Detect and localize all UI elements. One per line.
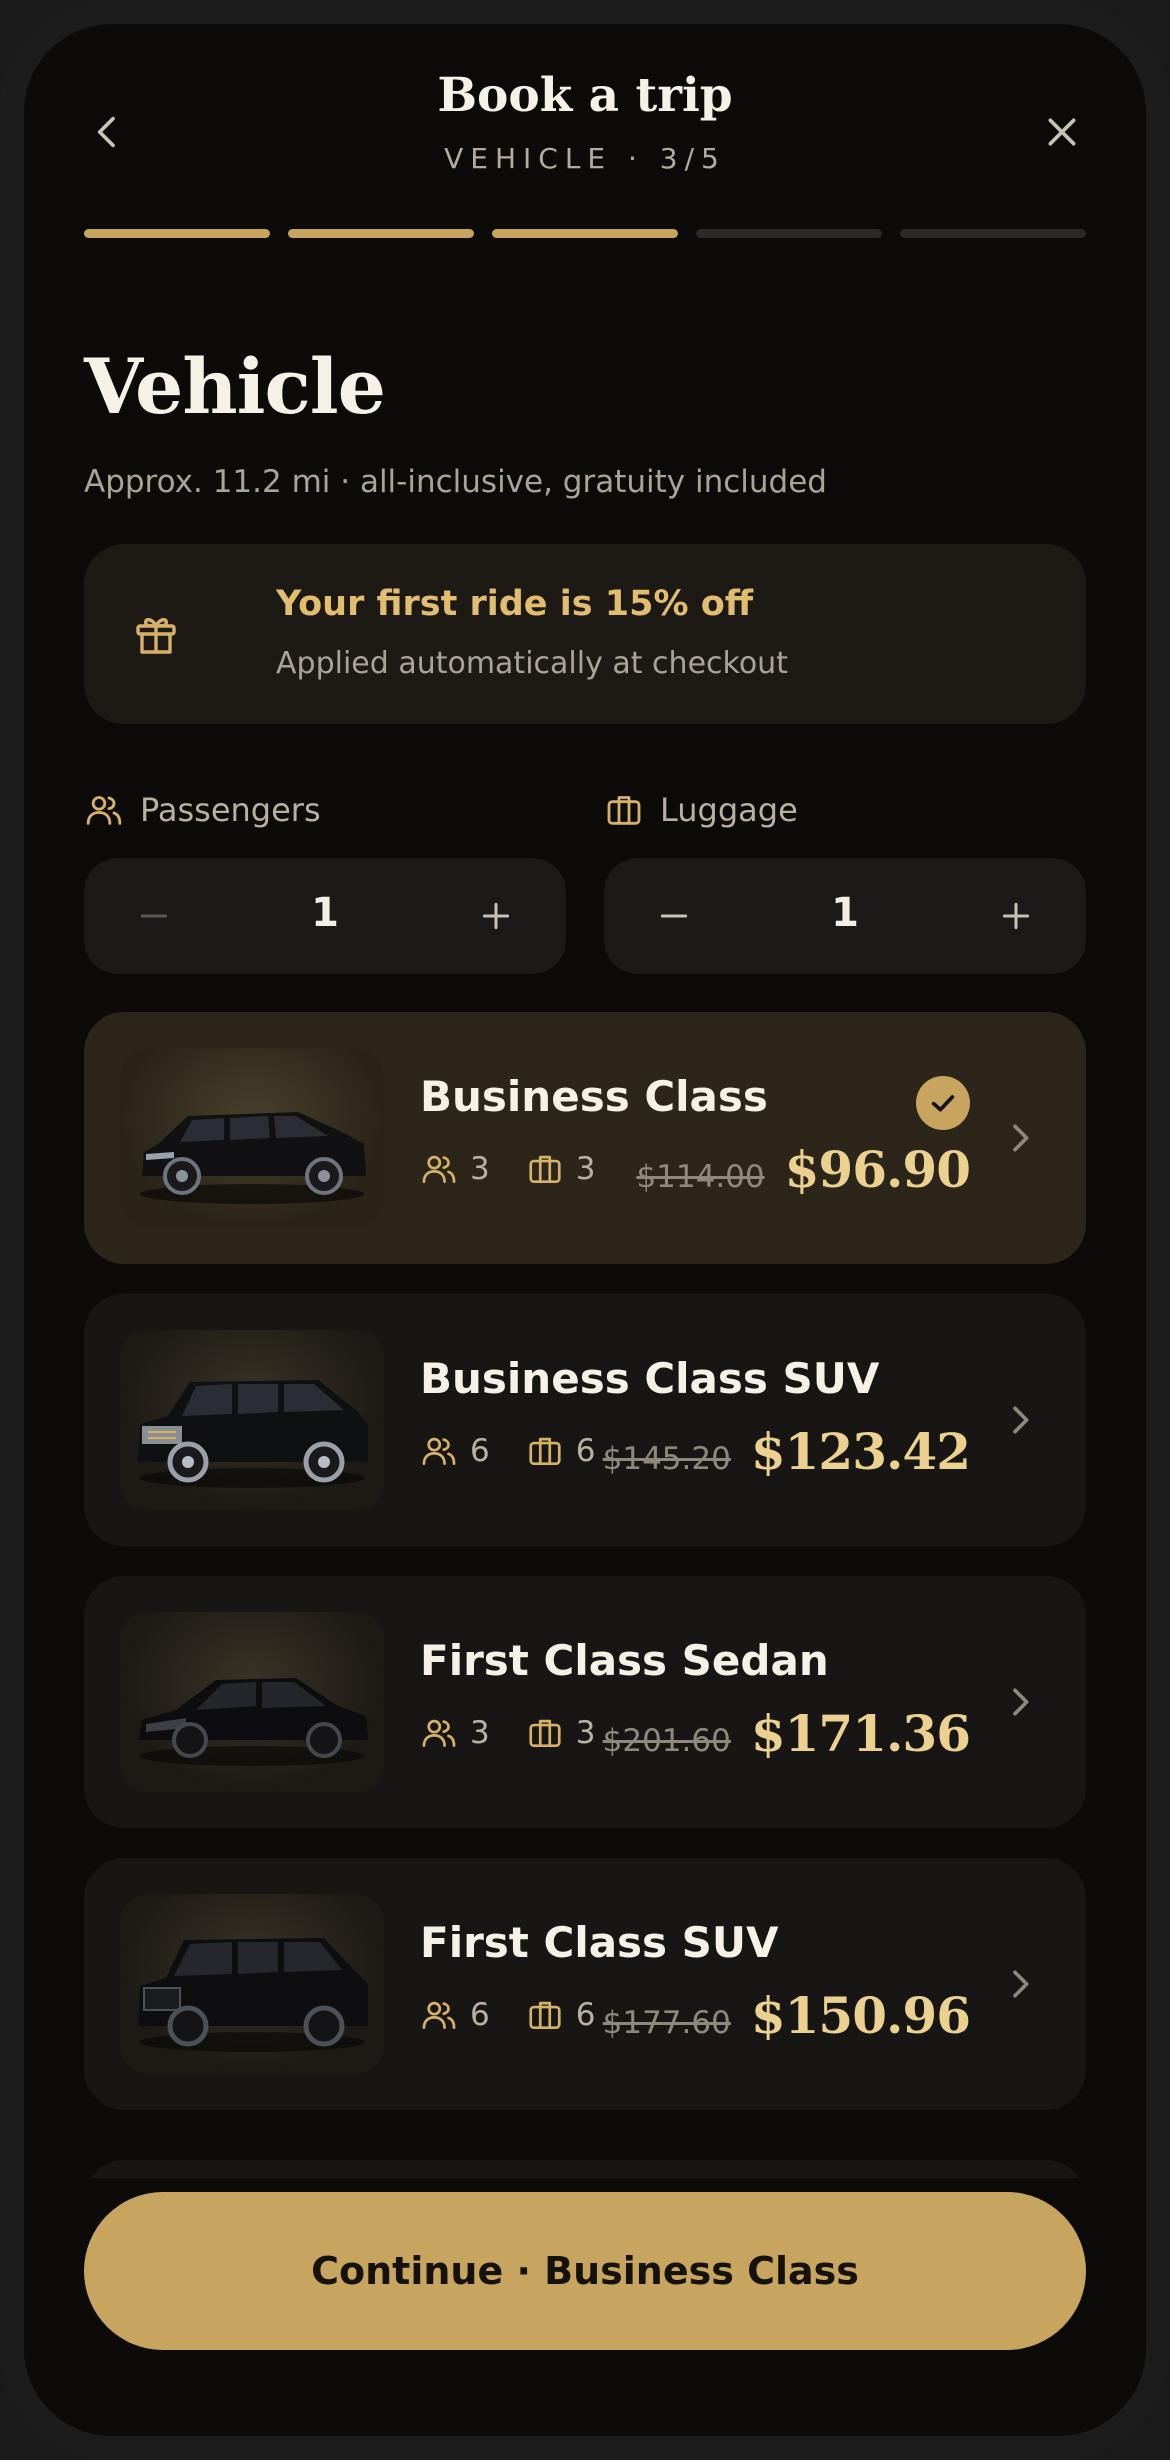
vehicle-price: $114.00 $96.90 [636, 1140, 971, 1199]
users-icon [422, 1437, 456, 1466]
device-frame: Book a trip VEHICLE · 3/5 Vehicle Approx… [0, 0, 1170, 2460]
close-icon [1048, 118, 1076, 146]
passenger-capacity: 6 [470, 1433, 490, 1469]
passengers-increment-button[interactable] [460, 880, 532, 952]
passengers-label: Passengers [84, 790, 321, 830]
progress-step-3 [492, 229, 678, 238]
chevron-right-icon [1013, 1688, 1029, 1716]
vehicle-capacity: 3 3 [420, 1714, 631, 1752]
promo-subtitle: Applied automatically at checkout [276, 646, 788, 681]
trip-summary: Approx. 11.2 mi · all-inclusive, gratuit… [84, 464, 827, 500]
discounted-price: $150.96 [750, 1986, 971, 2045]
vehicle-capacity: 3 3 [420, 1150, 631, 1188]
passenger-capacity: 3 [470, 1151, 490, 1187]
vehicle-card-first-class-sedan[interactable]: First Class Sedan 3 3 $201.60 $171.36 [84, 1576, 1086, 1828]
original-price: $145.20 [602, 1441, 731, 1477]
sedan-image [138, 1678, 368, 1766]
gift-icon [136, 618, 176, 654]
luggage-label-text: Luggage [660, 791, 798, 829]
vehicle-card-business-class[interactable]: Business Class 3 3 $114.00 $96.90 [84, 1012, 1086, 1264]
suv-image [138, 1380, 368, 1488]
luggage-increment-button[interactable] [980, 880, 1052, 952]
plus-icon [1002, 902, 1030, 930]
briefcase-icon [607, 796, 641, 825]
luggage-capacity: 3 [575, 1151, 596, 1187]
vehicle-capacity: 6 6 [420, 1996, 631, 2034]
users-icon [422, 1155, 456, 1184]
page-title: Book a trip [437, 68, 733, 123]
briefcase-icon [529, 1155, 561, 1184]
vehicle-price: $145.20 $123.42 [602, 1422, 971, 1481]
vehicle-image [120, 1048, 384, 1228]
vehicle-price: $201.60 $171.36 [602, 1704, 971, 1763]
promo-banner: Your first ride is 15% off Applied autom… [84, 544, 1086, 724]
vehicle-image [120, 1894, 384, 2074]
progress-step-1 [84, 229, 270, 238]
selected-check-icon [916, 1076, 970, 1130]
discounted-price: $123.42 [750, 1422, 971, 1481]
vehicle-price: $177.60 $150.96 [602, 1986, 971, 2045]
luggage-capacity: 3 [575, 1715, 596, 1751]
briefcase-icon [529, 1719, 561, 1748]
original-price: $177.60 [602, 2005, 731, 2041]
step-indicator: VEHICLE · 3/5 [444, 142, 726, 175]
discounted-price: $96.90 [784, 1140, 971, 1199]
vehicle-name: Business Class SUV [420, 1354, 880, 1403]
briefcase-icon [529, 1437, 561, 1466]
vehicle-name: First Class SUV [420, 1918, 779, 1967]
vehicle-name: First Class Sedan [420, 1636, 829, 1685]
briefcase-icon [529, 2001, 561, 2030]
passenger-capacity: 3 [470, 1715, 490, 1751]
original-price: $114.00 [636, 1159, 765, 1195]
passenger-capacity: 6 [470, 1997, 490, 2033]
vehicle-image [120, 1330, 384, 1510]
vehicle-name: Business Class [420, 1072, 768, 1121]
vehicle-image [120, 1612, 384, 1792]
progress-step-4 [696, 229, 882, 238]
progress-step-5 [900, 229, 1086, 238]
chevron-right-icon [1013, 1406, 1029, 1434]
users-icon [86, 796, 122, 825]
section-heading: Vehicle [84, 342, 386, 431]
progress-step-2 [288, 229, 474, 238]
vehicle-capacity: 6 6 [420, 1432, 631, 1470]
vehicle-card-first-class-suv[interactable]: First Class SUV 6 6 $177.60 $150.96 [84, 1858, 1086, 2110]
users-icon [422, 1719, 456, 1748]
luggage-capacity: 6 [575, 1433, 596, 1469]
luggage-label: Luggage [604, 790, 798, 830]
promo-title: Your first ride is 15% off [276, 584, 754, 624]
continue-button[interactable]: Continue · Business Class [84, 2192, 1086, 2350]
discounted-price: $171.36 [750, 1704, 971, 1763]
users-icon [422, 2001, 456, 2030]
chevron-right-icon [1013, 1124, 1029, 1152]
luggage-stepper: 1 [604, 858, 1086, 974]
original-price: $201.60 [602, 1723, 731, 1759]
passengers-label-text: Passengers [140, 791, 321, 829]
progress-bar [84, 229, 1086, 238]
passengers-stepper: 1 [84, 858, 566, 974]
suv-image [140, 1112, 366, 1204]
luggage-capacity: 6 [575, 1997, 596, 2033]
plus-icon [482, 902, 510, 930]
app-screen: Book a trip VEHICLE · 3/5 Vehicle Approx… [24, 24, 1146, 2436]
vehicle-card-business-class-suv[interactable]: Business Class SUV 6 6 $145.20 $123.42 [84, 1294, 1086, 1546]
suv-image [138, 1938, 368, 2052]
chevron-right-icon [1013, 1970, 1029, 1998]
close-button[interactable] [1026, 96, 1098, 168]
